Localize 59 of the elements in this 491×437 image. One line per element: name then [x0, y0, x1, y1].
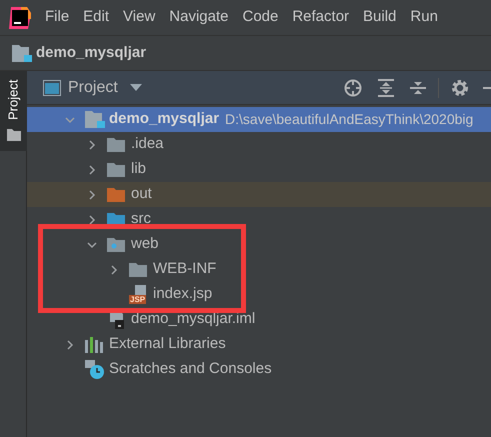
module-file-icon [107, 310, 125, 329]
chevron-down-icon[interactable] [87, 240, 97, 250]
tree-row[interactable]: web [27, 232, 491, 257]
tree-row[interactable]: JSP index.jsp [27, 282, 491, 307]
chevron-right-icon[interactable] [87, 164, 97, 174]
folder-icon [6, 129, 20, 141]
tree-row[interactable]: Scratches and Consoles [27, 357, 491, 382]
tree-row[interactable]: src [27, 207, 491, 232]
tool-window-tab[interactable]: Project [0, 71, 27, 151]
tree-label: index.jsp [153, 284, 212, 304]
folder-icon [129, 262, 147, 277]
tree-row[interactable]: out [27, 182, 491, 207]
expand-all-icon[interactable] [378, 78, 394, 96]
menu-item[interactable]: Run [410, 6, 438, 29]
chevron-right-icon[interactable] [87, 214, 97, 224]
minimize-icon[interactable] [483, 86, 491, 90]
scratches-icon [85, 360, 105, 380]
chevron-right-icon[interactable] [87, 190, 97, 200]
breadcrumb-item[interactable]: demo_mysqljar [36, 42, 146, 64]
tree-label: lib [131, 159, 146, 180]
folder-icon [107, 187, 125, 202]
tree-row[interactable]: External Libraries [27, 332, 491, 357]
menu-item[interactable]: Build [363, 6, 396, 29]
settings-icon[interactable] [451, 78, 469, 96]
dropdown-caret-icon[interactable] [130, 84, 142, 92]
tree-label: demo_mysqljar [109, 109, 220, 130]
tree-label: Scratches and Consoles [109, 359, 272, 380]
menu-item[interactable]: Refactor [292, 6, 350, 29]
panel-title[interactable]: Project [68, 76, 118, 100]
tree-label: .idea [131, 134, 164, 154]
menu-item[interactable]: View [123, 6, 156, 29]
app-logo-icon [9, 6, 31, 28]
folder-icon [107, 162, 125, 177]
tree-label: demo_mysqljar.iml [131, 309, 256, 330]
module-folder-icon [85, 111, 105, 128]
tree-label: src [131, 209, 151, 230]
tree-label: WEB-INF [153, 259, 216, 280]
folder-icon [107, 237, 125, 252]
tree-row[interactable]: demo_mysqljar.iml [27, 307, 491, 332]
tree-row[interactable]: .idea [27, 132, 491, 157]
menu-item[interactable]: File [45, 6, 70, 29]
library-icon [85, 336, 105, 352]
chevron-right-icon[interactable] [65, 340, 75, 350]
folder-icon [107, 137, 125, 152]
tree-row[interactable]: WEB-INF [27, 257, 491, 282]
tree-row[interactable]: demo_mysqljar D:\save\beautifulAndEasyThink\2020big [27, 107, 491, 132]
window-icon [43, 80, 61, 96]
locate-icon[interactable] [344, 78, 362, 96]
menu-item[interactable]: Edit [83, 6, 110, 29]
module-folder-icon [12, 44, 32, 62]
chevron-right-icon[interactable] [109, 264, 119, 274]
tree-row[interactable]: lib [27, 157, 491, 182]
chevron-right-icon[interactable] [87, 140, 97, 150]
path-text: D:\save\beautifulAndEasyThink\2020big [225, 110, 474, 129]
tree-label: web [131, 234, 159, 254]
menu-item[interactable]: Navigate [169, 6, 228, 29]
tree-label: External Libraries [109, 334, 226, 354]
tree-label: out [131, 184, 152, 204]
menu-item[interactable]: Code [242, 6, 278, 29]
